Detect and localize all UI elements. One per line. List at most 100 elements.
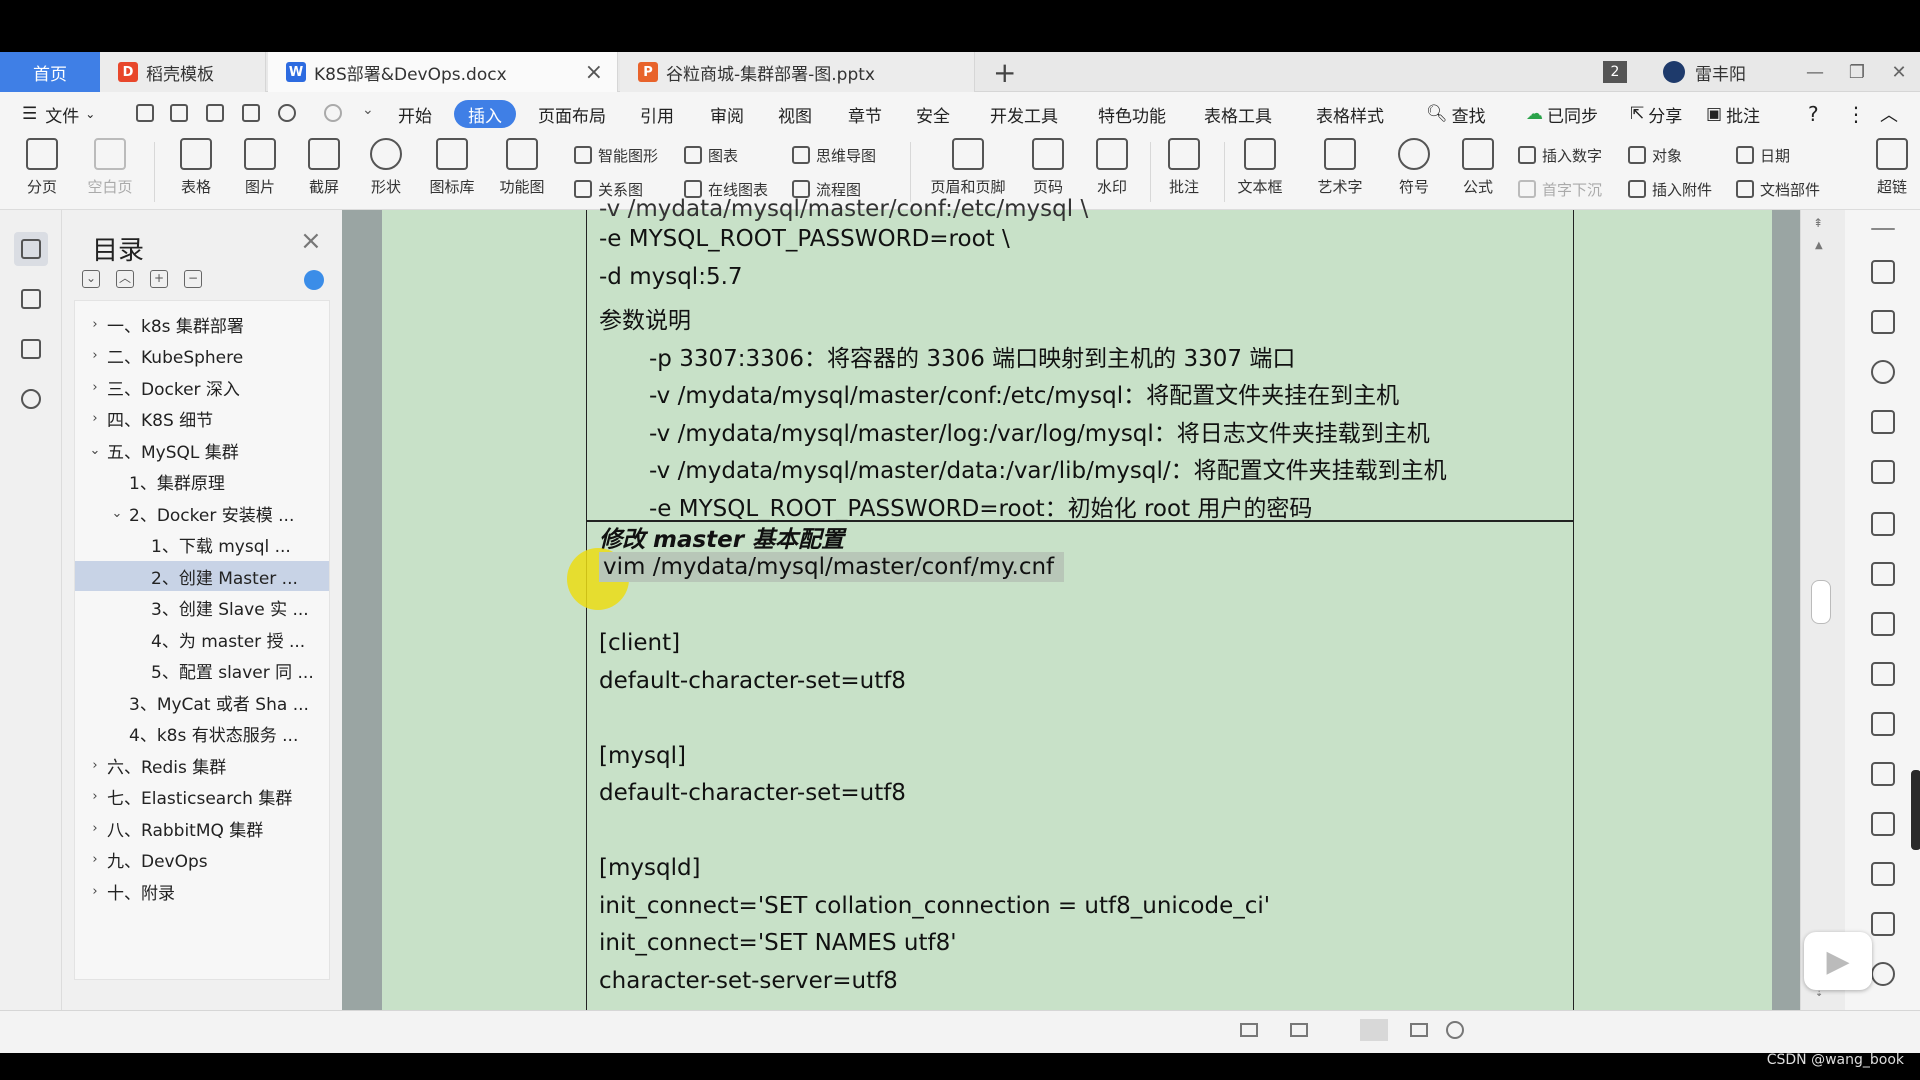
toc-item[interactable]: 1、下载 mysql ... — [75, 530, 329, 560]
command-line[interactable]: vim /mydata/mysql/master/conf/my.cnf — [567, 548, 1065, 610]
style-icon[interactable] — [1871, 460, 1895, 484]
chevron-down-icon[interactable]: ⌄ — [109, 506, 125, 521]
chart-button[interactable]: 图表 — [684, 142, 738, 168]
redo-icon[interactable] — [324, 104, 342, 122]
document-page[interactable]: -v /mydata/mysql/master/conf:/etc/mysql … — [382, 196, 1772, 1010]
menu-review[interactable]: 审阅 — [710, 100, 744, 128]
toc-item[interactable]: › 十、附录 — [75, 876, 329, 906]
insert-number-button[interactable]: 插入数字 — [1518, 142, 1602, 168]
toc-item[interactable]: 5、配置 slaver 同 ... — [75, 656, 329, 686]
shape-button[interactable]: 形状 — [356, 138, 416, 208]
menu-page-layout[interactable]: 页面布局 — [538, 100, 606, 128]
chapter-nav-icon[interactable] — [14, 282, 48, 316]
toc-item[interactable]: 4、为 master 授 ... — [75, 624, 329, 654]
chevron-right-icon[interactable]: › — [87, 852, 103, 867]
insert-attachment-button[interactable]: 插入附件 — [1628, 176, 1712, 202]
menu-chapter[interactable]: 章节 — [848, 100, 882, 128]
menu-security[interactable]: 安全 — [916, 100, 950, 128]
symbol-button[interactable]: 符号 — [1384, 138, 1444, 208]
toc-item[interactable]: 4、k8s 有状态服务 ... — [75, 719, 329, 749]
shapes-icon[interactable] — [1871, 410, 1895, 434]
image-icon[interactable] — [1871, 712, 1895, 736]
menu-start[interactable]: 开始 — [398, 100, 432, 128]
settings-sliders-icon[interactable] — [1871, 662, 1895, 686]
screenshot-button[interactable]: 截屏 — [294, 138, 354, 208]
toc-item[interactable]: › 二、KubeSphere — [75, 341, 329, 371]
chevron-right-icon[interactable]: › — [87, 884, 103, 899]
play-icon[interactable]: ▶ — [1804, 932, 1872, 990]
add-heading-icon[interactable]: + — [150, 270, 168, 288]
more-icon[interactable]: ⋮ — [1846, 100, 1866, 128]
toc-item[interactable]: › 一、k8s 集群部署 — [75, 309, 329, 339]
watermark-button[interactable]: 水印 — [1082, 138, 1142, 208]
hyperlink-button[interactable]: 超链 — [1864, 138, 1920, 208]
icon-library-button[interactable]: 图标库 — [422, 138, 482, 208]
undo-icon[interactable] — [278, 104, 296, 122]
vertical-scrollbar[interactable]: ⇞ ▲ ⇡ ○ ⇣ — [1801, 210, 1845, 1010]
toc-item[interactable]: 1、集群原理 — [75, 467, 329, 497]
bookmark-icon[interactable] — [14, 332, 48, 366]
close-window-icon[interactable]: ✕ — [1878, 62, 1920, 83]
grid-icon[interactable] — [1871, 562, 1895, 586]
file-menu[interactable]: ☰ 文件 ⌄ — [22, 100, 95, 128]
function-chart-button[interactable]: 功能图 — [492, 138, 552, 208]
chevron-right-icon[interactable]: › — [87, 411, 103, 426]
menu-view[interactable]: 视图 — [778, 100, 812, 128]
chevron-down-icon[interactable]: ⌄ — [87, 443, 103, 458]
minimize-icon[interactable]: — — [1794, 62, 1836, 83]
avatar[interactable] — [1663, 61, 1685, 83]
web-layout-icon[interactable] — [1290, 1023, 1308, 1037]
toc-item[interactable]: › 七、Elasticsearch 集群 — [75, 782, 329, 812]
panel-handle-icon[interactable] — [1871, 228, 1895, 230]
toc-item[interactable]: 3、创建 Slave 实 ... — [75, 593, 329, 623]
picture-button[interactable]: 图片 — [230, 138, 290, 208]
toc-item[interactable]: › 八、RabbitMQ 集群 — [75, 813, 329, 843]
smart-toc-icon[interactable] — [304, 270, 324, 290]
menu-developer[interactable]: 开发工具 — [990, 100, 1058, 128]
expand-down-icon[interactable]: ⌄ — [82, 270, 100, 288]
toc-item[interactable]: ⌄ 2、Docker 安装模 ... — [75, 498, 329, 528]
chevron-right-icon[interactable]: › — [87, 317, 103, 332]
toc-item[interactable]: › 四、K8S 细节 — [75, 404, 329, 434]
date-button[interactable]: 日期 — [1736, 142, 1790, 168]
find-icon[interactable] — [14, 382, 48, 416]
sync-status[interactable]: ☁ 已同步 — [1526, 100, 1598, 128]
tab-k8s-docx[interactable]: W K8S部署&DevOps.docx × — [268, 52, 618, 92]
object-button[interactable]: 对象 — [1628, 142, 1682, 168]
code-table-cell[interactable]: -v /mydata/mysql/master/conf:/etc/mysql … — [567, 196, 1574, 1010]
toc-item[interactable]: 3、MyCat 或者 Sha ... — [75, 687, 329, 717]
menu-insert[interactable]: 插入 — [454, 100, 516, 128]
share-button[interactable]: ⇱ 分享 — [1630, 100, 1682, 128]
reading-mode-icon[interactable] — [1240, 1023, 1258, 1037]
translate-icon[interactable] — [1871, 812, 1895, 836]
toc-item[interactable]: › 三、Docker 深入 — [75, 372, 329, 402]
tab-cluster-pptx[interactable]: P 谷粒商城-集群部署-图.pptx — [620, 52, 975, 92]
page-view-icon[interactable] — [1360, 1019, 1388, 1041]
scroll-up-icon[interactable]: ▲ — [1815, 240, 1823, 251]
table-button[interactable]: 表格 — [166, 138, 226, 208]
scroll-thumb[interactable] — [1811, 580, 1831, 624]
format-painter-icon[interactable] — [170, 104, 188, 122]
chevron-right-icon[interactable]: › — [87, 348, 103, 363]
remove-heading-icon[interactable]: − — [184, 270, 202, 288]
location-icon[interactable] — [1871, 360, 1895, 384]
menu-features[interactable]: 特色功能 — [1098, 100, 1166, 128]
window-count-badge[interactable]: 2 — [1603, 61, 1627, 83]
doc-parts-button[interactable]: 文档部件 — [1736, 176, 1820, 202]
edit-icon[interactable] — [1871, 260, 1895, 284]
toc-item[interactable]: 2、创建 Master ... — [75, 561, 329, 591]
menu-table-tools[interactable]: 表格工具 — [1204, 100, 1272, 128]
help-button[interactable]: ? — [1808, 100, 1819, 128]
comment-menu[interactable]: ▣ 批注 — [1706, 100, 1760, 128]
print-icon[interactable] — [206, 104, 224, 122]
comment-button[interactable]: 批注 — [1154, 138, 1214, 208]
page-break-button[interactable]: 分页 — [12, 138, 72, 208]
chevron-right-icon[interactable]: › — [87, 821, 103, 836]
user-name[interactable]: 雷丰阳 — [1695, 60, 1746, 85]
toc-nav-icon[interactable] — [14, 232, 48, 266]
chevron-right-icon[interactable]: › — [87, 789, 103, 804]
picture-icon[interactable] — [1871, 912, 1895, 936]
collapse-up-icon[interactable]: ︿ — [116, 270, 134, 288]
menu-table-style[interactable]: 表格样式 — [1316, 100, 1384, 128]
customize-chevron-icon[interactable]: ⌄ — [362, 102, 374, 118]
